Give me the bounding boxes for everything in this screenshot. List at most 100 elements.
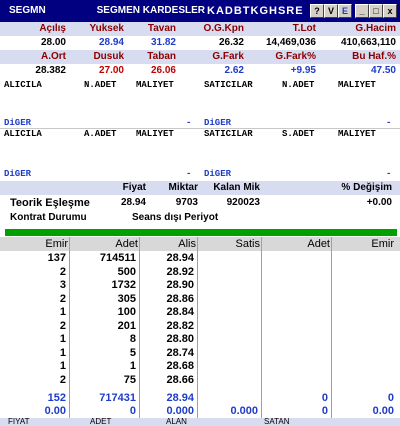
teorik-label: Teorik Eşleşme bbox=[10, 197, 90, 209]
order-zero-row-cell: 0.00 bbox=[44, 405, 66, 417]
stats-header-row-1: Açılış Yuksek Tavan O.G.Kpn T.Lot G.Haci… bbox=[0, 22, 400, 36]
order-row[interactable]: 1 8 28.80 bbox=[0, 333, 400, 346]
teorik-col-miktar: Miktar bbox=[168, 182, 198, 193]
order-row[interactable]: 2 305 28.86 bbox=[0, 293, 400, 306]
stat-header-taban: Taban bbox=[147, 51, 176, 62]
view-button[interactable]: V bbox=[324, 4, 338, 18]
market-code-ticker: KADBTKGHSRE bbox=[207, 3, 311, 19]
stats-values-row-1: 28.00 28.94 31.82 26.32 14,469,036 410,6… bbox=[0, 36, 400, 50]
depth2-dash-left: - bbox=[186, 169, 192, 179]
order-row-cell: 1 bbox=[59, 346, 66, 359]
bottom-col-satan: SATAN bbox=[264, 418, 290, 426]
col-emir-buy[interactable]: Emir bbox=[0, 237, 68, 251]
order-row-cell: 1 bbox=[129, 360, 136, 372]
order-zero-row-cell: 0.000 bbox=[230, 405, 258, 417]
stat-value-taban: 26.06 bbox=[150, 65, 176, 76]
order-row-cell: 5 bbox=[129, 346, 136, 359]
stat-value-g-hacim: 410,663,110 bbox=[340, 37, 396, 48]
stat-header-t-lot: T.Lot bbox=[292, 23, 316, 34]
depth1-col-n-adet-2: N.ADET bbox=[282, 80, 315, 90]
help-button[interactable]: ? bbox=[310, 4, 324, 18]
teorik-row: Teorik Eşleşme 28.94 9703 920023 +0.00 bbox=[0, 196, 400, 210]
order-row[interactable]: 2 75 28.66 bbox=[0, 374, 400, 387]
order-row-cell: 100 bbox=[117, 306, 136, 318]
depth2-col-maliyet: MALIYET bbox=[136, 129, 174, 139]
depth2-diger-row: DiGER - DiGER - bbox=[0, 169, 400, 180]
kontrat-value: Seans dışı Periyot bbox=[132, 212, 219, 223]
teorik-col-fiyat: Fiyat bbox=[122, 182, 146, 193]
order-row-cell: 1 bbox=[59, 306, 66, 318]
col-emir-sell[interactable]: Emir bbox=[332, 237, 394, 251]
order-table-header: Emir Adet Alis Satis Adet Emir bbox=[0, 237, 400, 251]
teorik-header: Fiyat Miktar Kalan Mik % Değişim bbox=[0, 181, 400, 195]
minimize-button[interactable]: _ bbox=[355, 4, 369, 18]
col-adet-sell[interactable]: Adet bbox=[262, 237, 330, 251]
stat-header-g-fark: G.Fark bbox=[212, 51, 244, 62]
col-satis[interactable]: Satis bbox=[198, 237, 260, 251]
order-row-cell: 201 bbox=[117, 319, 136, 332]
stat-header-tavan: Tavan bbox=[147, 23, 176, 34]
order-row-cell: 8 bbox=[129, 333, 136, 345]
order-row[interactable]: 1 5 28.74 bbox=[0, 347, 400, 360]
depth2-dash-right: - bbox=[386, 169, 392, 179]
order-row-cell: 28.92 bbox=[166, 265, 194, 278]
order-row-cell: 1 bbox=[59, 333, 66, 345]
order-row-cell: 28.82 bbox=[166, 319, 194, 332]
order-total-row-cell: 717431 bbox=[99, 392, 136, 404]
close-button[interactable]: x bbox=[383, 4, 397, 18]
order-total-row-cell: 0 bbox=[387, 392, 394, 404]
stat-value-g-fark-pct: +9.95 bbox=[290, 65, 316, 76]
col-alis[interactable]: Alis bbox=[140, 237, 196, 251]
order-row-cell: 137 bbox=[47, 252, 66, 264]
stat-value-a-ort: 28.382 bbox=[35, 65, 66, 76]
col-adet-buy[interactable]: Adet bbox=[70, 237, 138, 251]
teorik-kalan-mik: 920023 bbox=[226, 197, 260, 208]
edit-button[interactable]: E bbox=[338, 4, 352, 18]
depth2-col-alicila: ALICILA bbox=[4, 129, 42, 139]
order-row[interactable]: 1 1 28.68 bbox=[0, 360, 400, 373]
order-total-row-cell: 0 bbox=[321, 392, 328, 404]
order-zero-row-cell: 0 bbox=[321, 405, 328, 417]
stat-header-a-ort: A.Ort bbox=[41, 51, 66, 62]
order-row[interactable]: 2 201 28.82 bbox=[0, 320, 400, 333]
maximize-button[interactable]: □ bbox=[369, 4, 383, 18]
order-row-cell: 1 bbox=[59, 360, 66, 372]
order-row-cell: 2 bbox=[59, 373, 66, 386]
order-row-cell: 75 bbox=[123, 373, 136, 386]
order-row-cell: 28.74 bbox=[166, 346, 194, 359]
symbol-label: SEGMN bbox=[9, 5, 46, 16]
stat-value-og-kpn: 26.32 bbox=[218, 37, 244, 48]
order-zero-row-cell: 0.00 bbox=[372, 405, 394, 417]
stat-header-og-kpn: O.G.Kpn bbox=[203, 23, 244, 34]
stat-value-dusuk: 27.00 bbox=[98, 65, 124, 76]
depth1-col-maliyet: MALIYET bbox=[136, 80, 174, 90]
kontrat-row: Kontrat Durumu Seans dışı Periyot bbox=[0, 211, 400, 225]
stat-value-g-fark: 2.62 bbox=[224, 65, 244, 76]
order-row-cell: 28.68 bbox=[166, 360, 194, 372]
order-zero-row-cell: 0.000 bbox=[166, 405, 194, 417]
stats-values-row-2: 28.382 27.00 26.06 2.62 +9.95 47.50 bbox=[0, 64, 400, 78]
order-row[interactable]: 3 1732 28.90 bbox=[0, 279, 400, 292]
company-name: SEGMEN KARDESLER bbox=[96, 5, 205, 16]
order-row[interactable]: 137 714511 28.94 bbox=[0, 252, 400, 265]
stat-header-acilis: Açılış bbox=[39, 23, 66, 34]
stat-header-yuksek: Yuksek bbox=[89, 23, 124, 34]
order-total-row-cell bbox=[198, 392, 258, 405]
depth2-diger-right: DiGER bbox=[204, 169, 232, 179]
order-row[interactable]: 2 500 28.92 bbox=[0, 266, 400, 279]
order-total-row[interactable]: 152 717431 28.94 0 0 bbox=[0, 392, 400, 405]
depth1-header: ALICILA N.ADET MALIYET SATICILAR N.ADET … bbox=[0, 80, 400, 91]
depth2-col-saticilar: SATICILAR bbox=[204, 129, 253, 139]
depth1-col-saticilar: SATICILAR bbox=[204, 80, 253, 90]
green-separator-bar bbox=[5, 229, 397, 236]
order-zero-row[interactable]: 0.00 0 0.000 0.000 0 0.00 bbox=[0, 405, 400, 418]
order-row[interactable]: 1 100 28.84 bbox=[0, 306, 400, 319]
depth2-col-a-adet: A.ADET bbox=[84, 129, 117, 139]
order-row-cell: 28.86 bbox=[166, 292, 194, 305]
depth1-col-alicila: ALICILA bbox=[4, 80, 42, 90]
order-row-cell: 2 bbox=[59, 292, 66, 305]
order-row-cell: 28.84 bbox=[166, 306, 194, 318]
bottom-col-fiyat: FIYAT bbox=[8, 418, 30, 426]
order-row-cell: 28.94 bbox=[166, 252, 194, 264]
order-row-cell: 500 bbox=[117, 265, 136, 278]
